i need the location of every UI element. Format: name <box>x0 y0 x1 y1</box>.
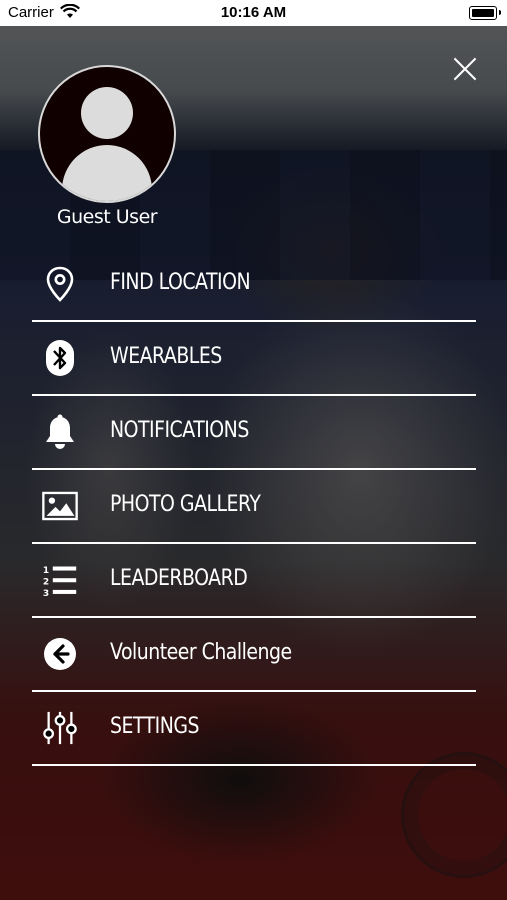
svg-text:3: 3 <box>43 589 49 599</box>
bell-icon <box>42 414 78 450</box>
user-name: Guest User <box>56 206 158 228</box>
menu-item-label: PHOTO GALLERY <box>110 492 261 517</box>
menu-item-label: WEARABLES <box>110 344 222 369</box>
bluetooth-icon <box>42 340 78 376</box>
menu-item-notifications[interactable]: NOTIFICATIONS <box>32 396 476 470</box>
location-pin-icon <box>42 266 78 302</box>
svg-text:2: 2 <box>43 578 49 588</box>
avatar[interactable] <box>38 65 176 203</box>
menu-item-label: SETTINGS <box>110 714 200 739</box>
svg-text:1: 1 <box>43 566 49 576</box>
sliders-icon <box>42 710 78 746</box>
arrow-left-circle-icon <box>42 636 78 672</box>
clock: 10:16 AM <box>220 4 287 21</box>
numbered-list-icon: 1 2 3 <box>42 562 78 599</box>
side-menu: FIND LOCATION WEARABLES NOTIFICATIONS PH… <box>32 248 476 766</box>
menu-item-label: FIND LOCATION <box>110 270 251 295</box>
menu-item-settings[interactable]: SETTINGS <box>32 692 476 766</box>
menu-item-wearables[interactable]: WEARABLES <box>32 322 476 396</box>
menu-item-label: NOTIFICATIONS <box>110 418 249 443</box>
menu-item-photo-gallery[interactable]: PHOTO GALLERY <box>32 470 476 544</box>
close-icon[interactable] <box>452 56 478 82</box>
menu-item-leaderboard[interactable]: 1 2 3 LEADERBOARD <box>32 544 476 618</box>
menu-item-label: LEADERBOARD <box>110 566 248 591</box>
menu-item-label: Volunteer Challenge <box>110 640 292 665</box>
battery-icon <box>469 6 501 20</box>
image-icon <box>42 488 78 524</box>
avatar-torso <box>62 145 152 201</box>
avatar-head <box>81 87 133 139</box>
status-bar: Carrier 10:16 AM <box>0 0 507 26</box>
menu-item-find-location[interactable]: FIND LOCATION <box>32 248 476 322</box>
menu-item-volunteer-challenge[interactable]: Volunteer Challenge <box>32 618 476 692</box>
